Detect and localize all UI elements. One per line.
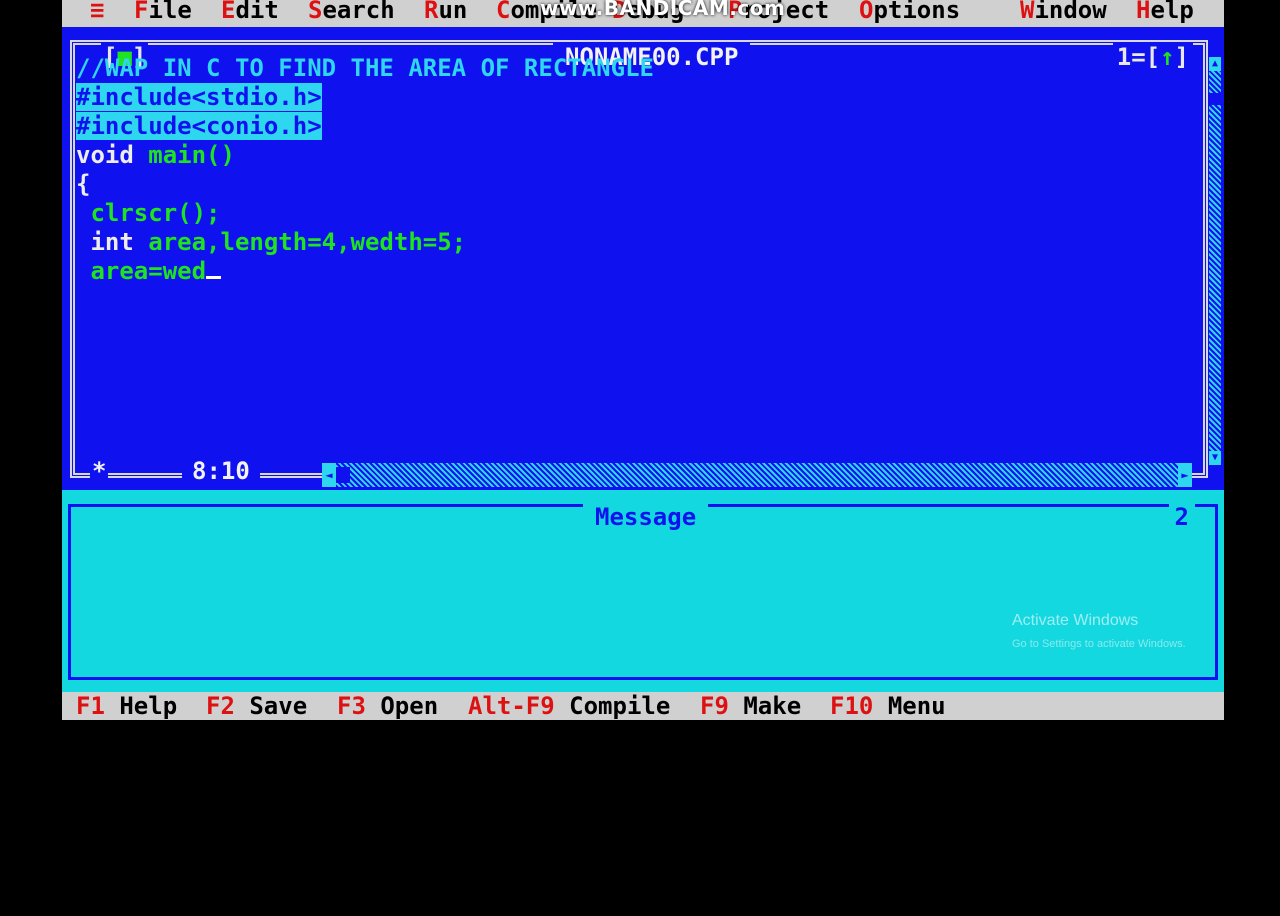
menu-search[interactable]: Search — [308, 0, 395, 24]
system-menu-icon[interactable]: ≡ — [90, 0, 104, 24]
activate-windows-title: Activate Windows — [1012, 612, 1139, 629]
hscroll-thumb[interactable] — [336, 467, 350, 483]
message-window-number: 2 — [1168, 503, 1195, 531]
menu-edit[interactable]: Edit — [221, 0, 279, 24]
selected-text: #include<stdio.h> — [76, 83, 322, 111]
fkey-open[interactable]: F3 Open — [337, 692, 438, 720]
code-line-8[interactable]: area=wed — [76, 257, 222, 285]
vertical-scrollbar[interactable]: ▲ ▼ — [1209, 57, 1221, 465]
code-line-2[interactable]: #include<stdio.h> — [76, 83, 322, 111]
text-cursor — [206, 276, 222, 279]
menu-bar: ≡ File Edit Search Run Compile Debug Pro… — [62, 0, 1224, 27]
fkey-make[interactable]: F9 Make — [700, 692, 801, 720]
code-line-5[interactable]: { — [76, 170, 90, 198]
code-line-3[interactable]: #include<conio.h> — [76, 112, 322, 140]
fkey-menu[interactable]: F10 Menu — [830, 692, 946, 720]
fkey-help[interactable]: F1 Help — [76, 692, 177, 720]
code-line-1[interactable]: //WAP IN C TO FIND THE AREA OF RECTANGLE — [76, 54, 654, 82]
menu-file[interactable]: File — [134, 0, 192, 24]
window-number[interactable]: 1=[↑] — [1112, 43, 1193, 71]
scroll-right-arrow-icon[interactable]: ► — [1178, 463, 1192, 487]
fkey-compile[interactable]: Alt-F9 Compile — [468, 692, 670, 720]
editor-window[interactable]: [■] NONAME00.CPP 1=[↑] //WAP IN C TO FIN… — [62, 27, 1224, 490]
activate-windows-subtitle: Go to Settings to activate Windows. — [1012, 638, 1186, 650]
menu-window[interactable]: Window — [1020, 0, 1107, 24]
code-line-7[interactable]: int area,length=4,wedth=5; — [76, 228, 466, 256]
code-line-4[interactable]: void main() — [76, 141, 235, 169]
message-window[interactable]: Message 2 — [62, 490, 1224, 692]
code-line-6[interactable]: clrscr(); — [76, 199, 220, 227]
cursor-position: 8:10 — [182, 457, 260, 485]
horizontal-scrollbar[interactable]: ◄ ► — [322, 463, 1192, 487]
function-key-bar: F1 Help F2 Save F3 Open Alt-F9 Compile F… — [62, 692, 1224, 720]
scroll-up-arrow-icon[interactable]: ▲ — [1209, 57, 1221, 71]
scroll-left-arrow-icon[interactable]: ◄ — [322, 463, 336, 487]
scroll-down-arrow-icon[interactable]: ▼ — [1209, 451, 1221, 465]
fkey-save[interactable]: F2 Save — [206, 692, 307, 720]
message-title: Message — [583, 503, 709, 531]
recorder-watermark: www.BANDICAM.com — [540, 0, 786, 20]
message-frame: Message 2 — [68, 503, 1218, 680]
menu-help[interactable]: Help — [1136, 0, 1194, 24]
selected-text: #include<conio.h> — [76, 112, 322, 140]
menu-options[interactable]: Options — [859, 0, 960, 24]
modified-indicator: * — [90, 457, 109, 485]
scroll-thumb[interactable] — [1209, 93, 1221, 105]
menu-run[interactable]: Run — [424, 0, 467, 24]
zoom-arrow-icon[interactable]: ↑ — [1160, 43, 1174, 71]
